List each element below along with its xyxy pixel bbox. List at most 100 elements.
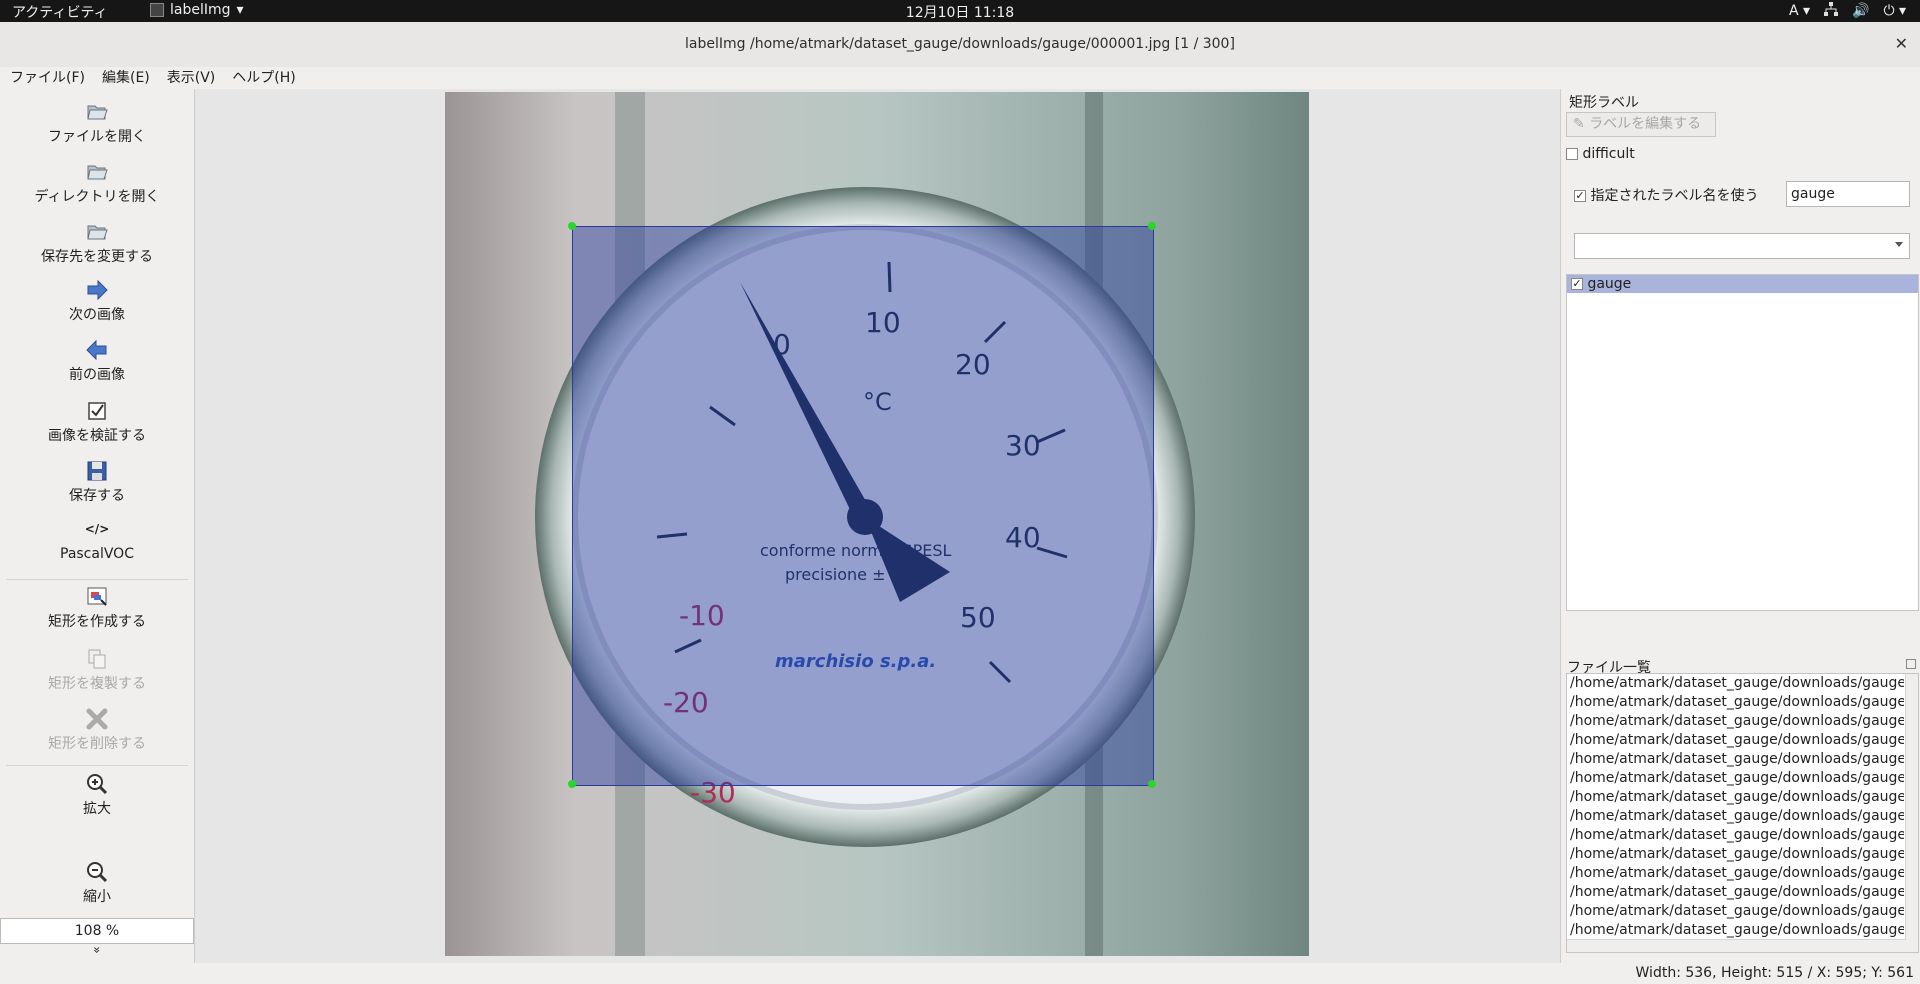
file-list-item[interactable]: /home/atmark/dataset_gauge/downloads/gau… <box>1567 921 1904 940</box>
zoom-in-icon <box>87 774 108 795</box>
arrow-left-icon <box>86 339 107 361</box>
save-button[interactable]: 保存する <box>0 459 194 505</box>
arrow-right-icon <box>87 279 108 301</box>
file-list-item[interactable]: /home/atmark/dataset_gauge/downloads/gau… <box>1567 864 1904 883</box>
close-icon[interactable]: ✕ <box>1895 34 1908 53</box>
toolbar-separator <box>6 765 188 766</box>
file-list-item[interactable]: /home/atmark/dataset_gauge/downloads/gau… <box>1567 826 1904 845</box>
bbox-handle-bottom-right[interactable] <box>1148 780 1156 788</box>
duplicate-rect-label: 矩形を複製する <box>48 676 146 692</box>
use-default-label-text: 指定されたラベル名を使う <box>1590 188 1759 204</box>
file-list-item[interactable]: /home/atmark/dataset_gauge/downloads/gau… <box>1567 845 1904 864</box>
zoom-in-label: 拡大 <box>83 801 111 817</box>
power-icon[interactable]: ⏻ ▾ <box>1883 3 1906 19</box>
file-list-item[interactable]: /home/atmark/dataset_gauge/downloads/gau… <box>1567 674 1904 693</box>
horizontal-scrollbar[interactable] <box>1567 939 1906 952</box>
clock[interactable]: 12月10日 11:18 <box>906 5 1014 21</box>
code-icon: </> <box>84 522 110 536</box>
default-label-input[interactable]: gauge <box>1786 181 1910 207</box>
zoom-out-button[interactable]: 縮小 <box>0 860 194 906</box>
network-icon[interactable] <box>1824 2 1838 20</box>
save-label: 保存する <box>69 488 125 504</box>
app-icon <box>150 3 164 17</box>
open-file-button[interactable]: ファイルを開く <box>0 100 194 146</box>
create-rect-button[interactable]: 矩形を作成する <box>0 585 194 631</box>
open-dir-label: ディレクトリを開く <box>34 189 160 205</box>
verify-image-label: 画像を検証する <box>48 428 146 444</box>
window-titlebar: labelImg /home/atmark/dataset_gauge/down… <box>0 22 1920 68</box>
checkbox-icon <box>88 402 106 420</box>
file-list-item[interactable]: /home/atmark/dataset_gauge/downloads/gau… <box>1567 731 1904 750</box>
menu-file[interactable]: ファイル(F) <box>0 67 92 89</box>
next-image-button[interactable]: 次の画像 <box>0 278 194 324</box>
input-method-indicator[interactable]: A ▾ <box>1789 3 1810 19</box>
app-menu[interactable]: labelImg ▾ <box>150 2 244 18</box>
label-list-item[interactable]: ✓ gauge <box>1567 275 1918 293</box>
label-item-text: gauge <box>1587 276 1632 292</box>
file-list-item[interactable]: /home/atmark/dataset_gauge/downloads/gau… <box>1567 807 1904 826</box>
bbox-handle-top-left[interactable] <box>568 222 576 230</box>
open-dir-button[interactable]: ディレクトリを開く <box>0 160 194 206</box>
bbox-handle-bottom-left[interactable] <box>568 780 576 788</box>
folder-open-icon <box>87 225 108 240</box>
chevron-down-icon <box>1895 242 1903 247</box>
create-rect-label: 矩形を作成する <box>48 614 146 630</box>
checkbox-icon <box>1566 148 1578 160</box>
difficult-label: difficult <box>1582 146 1635 162</box>
float-dock-icon[interactable] <box>1906 659 1916 669</box>
zoom-out-label: 縮小 <box>83 889 111 905</box>
duplicate-rect-button[interactable]: 矩形を複製する <box>0 647 194 693</box>
vertical-scrollbar[interactable] <box>1905 674 1918 952</box>
difficult-checkbox[interactable]: difficult <box>1566 146 1635 162</box>
edit-icon: ✎ <box>1573 116 1585 132</box>
window-title: labelImg /home/atmark/dataset_gauge/down… <box>685 36 1235 52</box>
open-file-label: ファイルを開く <box>48 129 146 145</box>
right-panel: 矩形ラベル ✎ ラベルを編集する difficult ✓ 指定されたラベル名を使… <box>1561 89 1920 963</box>
chevron-down-icon: ▾ <box>236 2 244 18</box>
edit-label-button[interactable]: ✎ ラベルを編集する <box>1566 112 1716 137</box>
file-list-item[interactable]: /home/atmark/dataset_gauge/downloads/gau… <box>1567 902 1904 921</box>
status-text: Width: 536, Height: 515 / X: 595; Y: 561 <box>1635 965 1914 981</box>
verify-image-button[interactable]: 画像を検証する <box>0 399 194 445</box>
toolbar-separator <box>6 579 188 580</box>
file-list-item[interactable]: /home/atmark/dataset_gauge/downloads/gau… <box>1567 712 1904 731</box>
delete-rect-button[interactable]: 矩形を削除する <box>0 707 194 753</box>
gauge-photo: -30 -20 -10 0 10 20 30 40 50 °C conforme… <box>445 92 1309 956</box>
image-canvas[interactable]: -30 -20 -10 0 10 20 30 40 50 °C conforme… <box>195 89 1561 963</box>
toolbar-more-icon[interactable]: » <box>90 940 104 960</box>
copy-icon <box>88 649 106 669</box>
left-toolbar: ファイルを開く ディレクトリを開く 保存先を変更する 次の画像 前の画像 画像を… <box>0 89 195 963</box>
file-list-item[interactable]: /home/atmark/dataset_gauge/downloads/gau… <box>1567 788 1904 807</box>
create-rect-icon <box>87 587 107 606</box>
activities-button[interactable]: アクティビティ <box>12 2 108 22</box>
label-combobox[interactable] <box>1574 233 1910 259</box>
zoom-out-icon <box>87 862 108 883</box>
zoom-in-button[interactable]: 拡大 <box>0 772 194 818</box>
file-list[interactable]: /home/atmark/dataset_gauge/downloads/gau… <box>1566 673 1919 953</box>
menubar: ファイル(F) 編集(E) 表示(V) ヘルプ(H) <box>0 67 1920 89</box>
file-list-item[interactable]: /home/atmark/dataset_gauge/downloads/gau… <box>1567 750 1904 769</box>
prev-image-label: 前の画像 <box>69 367 125 383</box>
checkbox-checked-icon: ✓ <box>1574 189 1586 202</box>
file-list-item[interactable]: /home/atmark/dataset_gauge/downloads/gau… <box>1567 883 1904 902</box>
delete-rect-label: 矩形を削除する <box>48 736 146 752</box>
label-list[interactable]: ✓ gauge <box>1566 274 1919 611</box>
format-button[interactable]: </> PascalVOC <box>0 522 194 562</box>
menu-edit[interactable]: 編集(E) <box>92 67 157 89</box>
volume-icon[interactable]: 🔊 <box>1852 3 1869 19</box>
menu-view[interactable]: 表示(V) <box>157 67 223 89</box>
floppy-disk-icon <box>87 461 107 481</box>
box-labels-title: 矩形ラベル <box>1569 95 1639 111</box>
file-list-item[interactable]: /home/atmark/dataset_gauge/downloads/gau… <box>1567 769 1904 788</box>
use-default-label-checkbox[interactable]: ✓ 指定されたラベル名を使う <box>1574 185 1758 205</box>
checkbox-checked-icon[interactable]: ✓ <box>1571 278 1583 290</box>
prev-image-button[interactable]: 前の画像 <box>0 338 194 384</box>
status-bar: Width: 536, Height: 515 / X: 595; Y: 561 <box>0 963 1920 984</box>
app-menu-label: labelImg <box>170 2 231 18</box>
bounding-box-gauge[interactable] <box>572 226 1154 786</box>
menu-help[interactable]: ヘルプ(H) <box>222 67 302 89</box>
folder-open-icon <box>87 105 108 120</box>
bbox-handle-top-right[interactable] <box>1148 222 1156 230</box>
file-list-item[interactable]: /home/atmark/dataset_gauge/downloads/gau… <box>1567 693 1904 712</box>
change-save-dir-button[interactable]: 保存先を変更する <box>0 220 194 266</box>
